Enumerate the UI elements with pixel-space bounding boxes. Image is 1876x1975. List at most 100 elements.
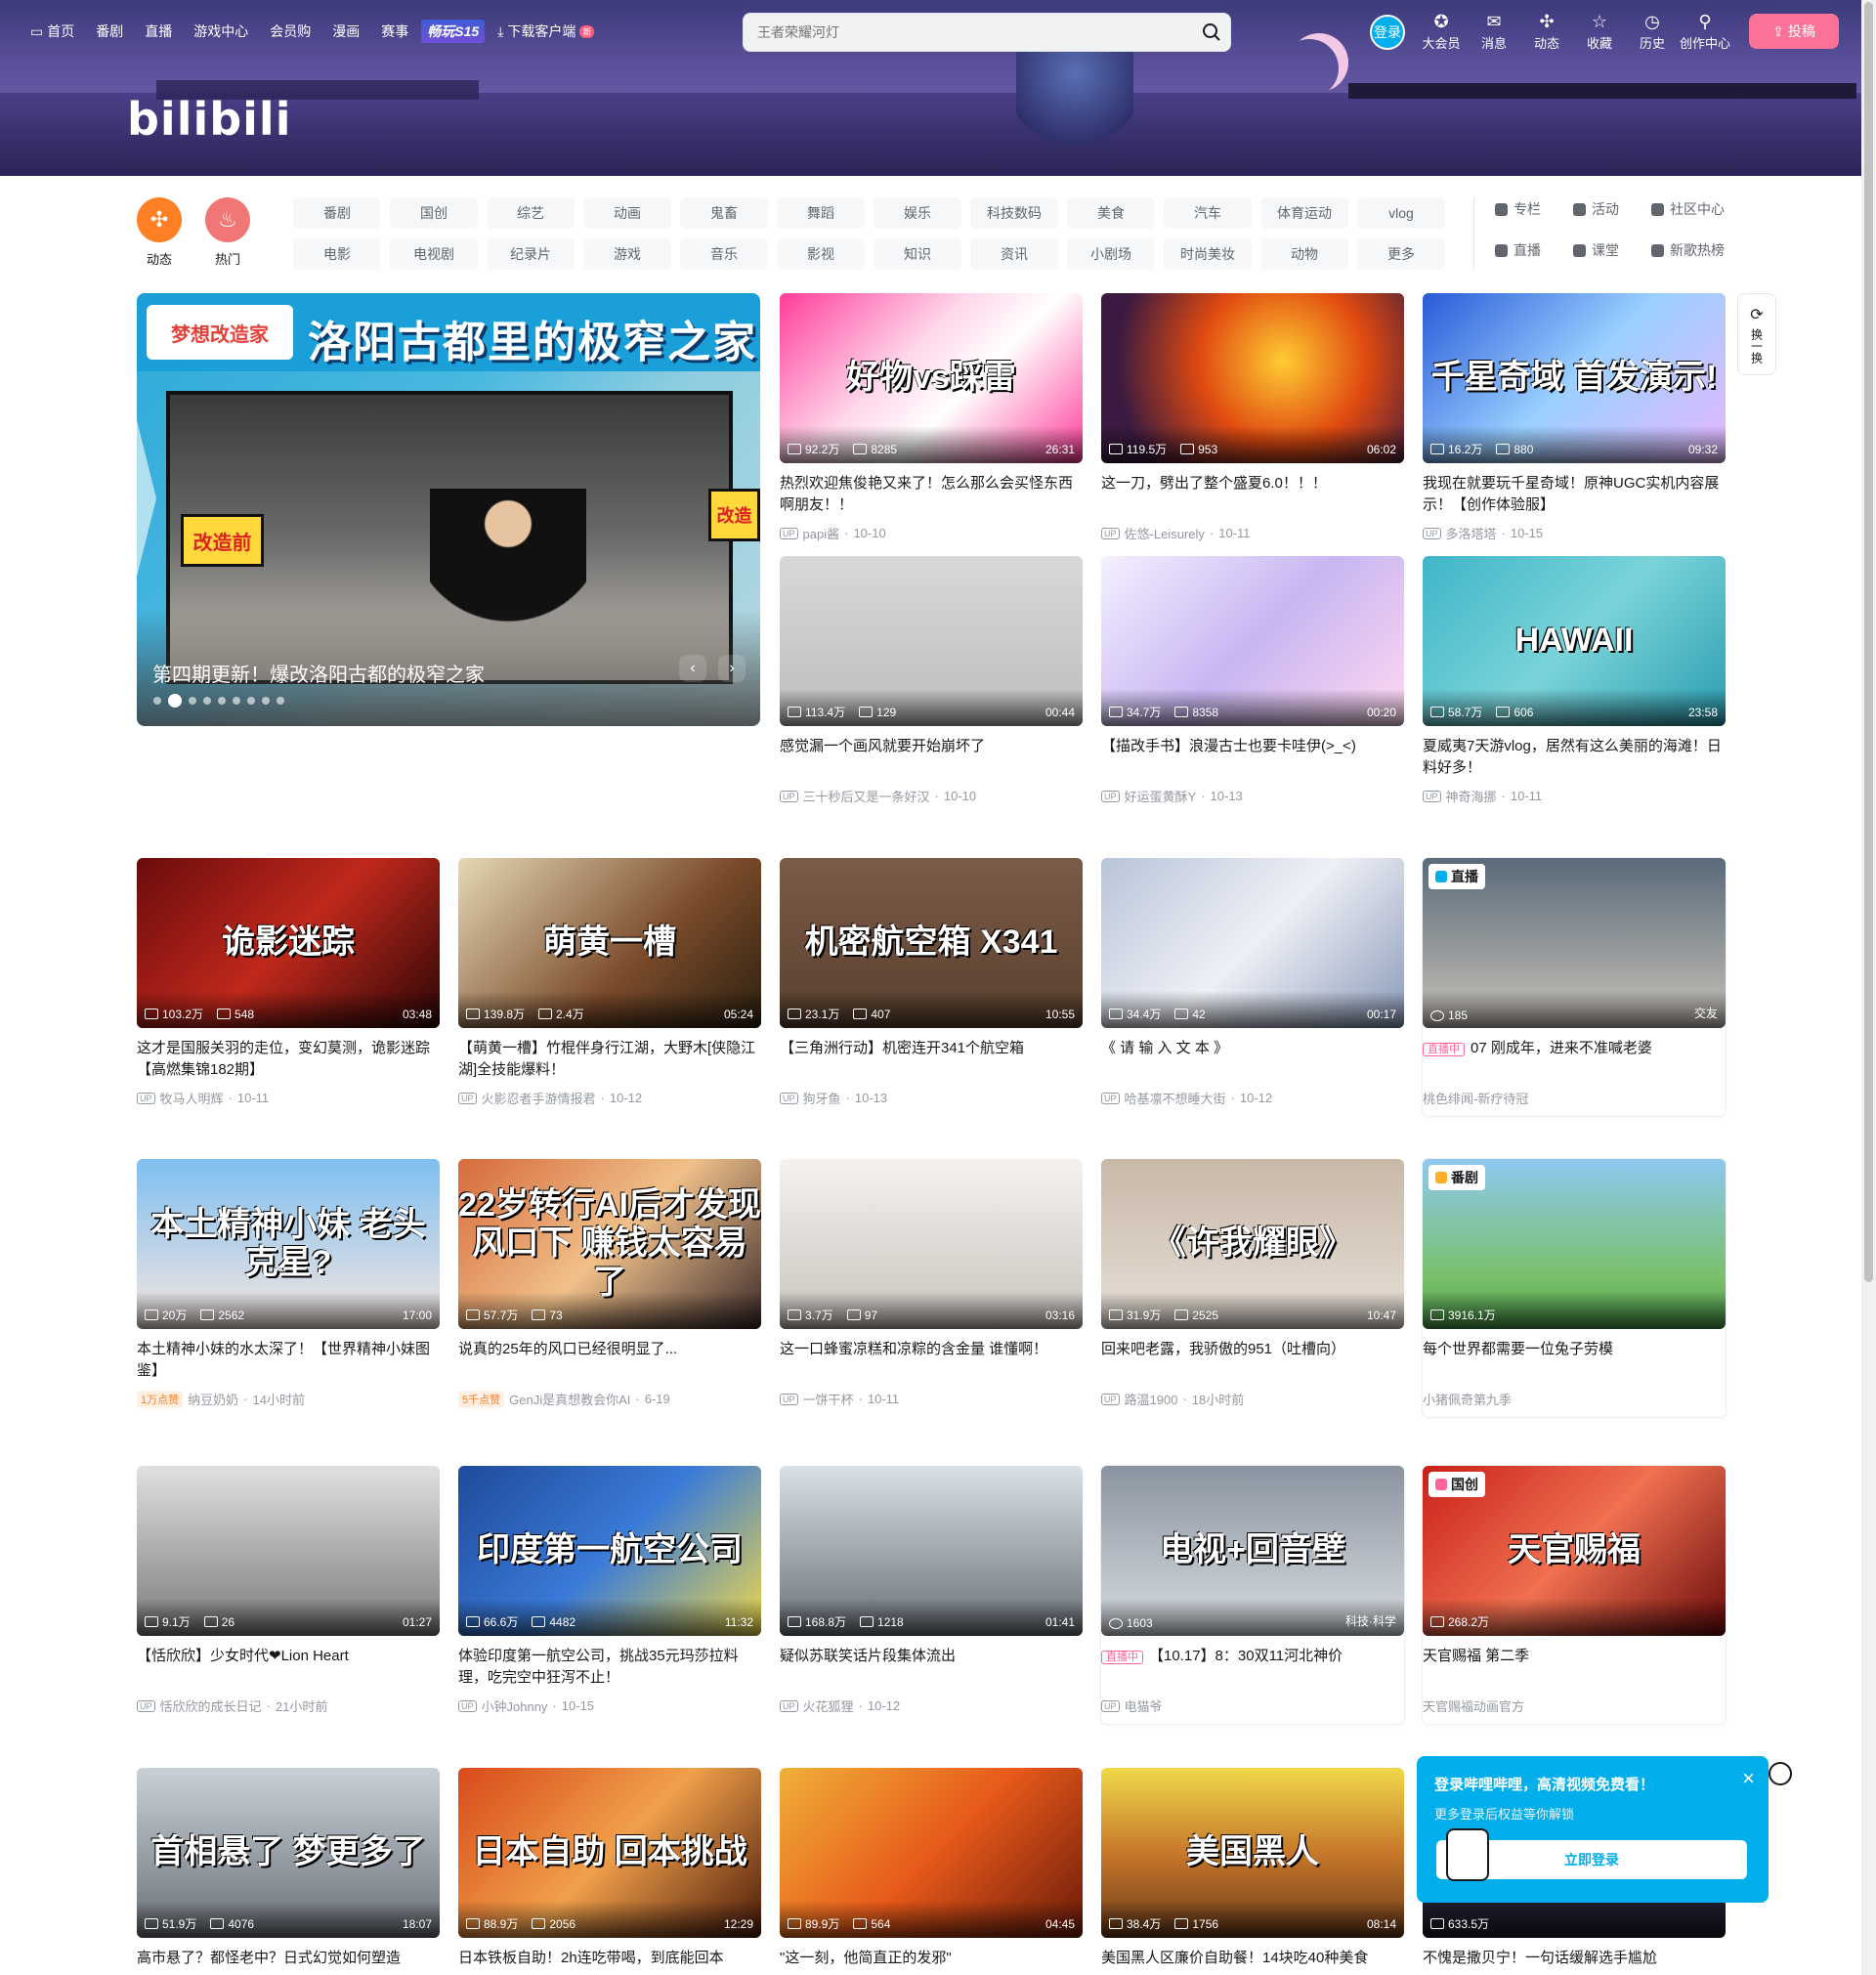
video-author[interactable]: 佐悠-Leisurely bbox=[1125, 524, 1205, 542]
search-icon[interactable] bbox=[1201, 21, 1222, 43]
channel-extra-link[interactable]: 新歌热榜 bbox=[1651, 238, 1729, 262]
video-author[interactable]: 火影忍者手游情报君 bbox=[482, 1089, 596, 1107]
video-card[interactable]: 119.5万 953 06:02 这一刀，劈出了整个盛夏6.0！！！ UP 佐悠-Leis… bbox=[1101, 293, 1404, 542]
video-author[interactable]: 一饼干杯 bbox=[803, 1390, 854, 1408]
video-author[interactable]: 三十秒后又是一条好汉 bbox=[803, 787, 930, 805]
video-title[interactable]: 疑似苏联笑话片段集体流出 bbox=[780, 1646, 1083, 1689]
video-thumbnail[interactable]: 《许我耀眼》 31.9万 2525 10:47 bbox=[1101, 1159, 1404, 1329]
scrollbar-thumb[interactable] bbox=[1864, 2, 1873, 1282]
video-author[interactable]: 好运蛋黄酥Y bbox=[1125, 787, 1197, 805]
video-card[interactable]: 千星奇域 首发演示! 16.2万 880 09:32 我现在就要玩千星奇域！原神UGC实… bbox=[1423, 293, 1726, 542]
channel-tag[interactable]: 时尚美妆 bbox=[1164, 238, 1252, 270]
video-thumbnail[interactable]: HAWAII 58.7万 606 23:58 bbox=[1423, 556, 1726, 726]
carousel-caption[interactable]: 第四期更新！爆改洛阳古都的极窄之家 bbox=[152, 659, 485, 687]
video-title[interactable]: 这一口蜂蜜凉糕和凉粽的含金量 谁懂啊！ bbox=[780, 1339, 1083, 1382]
video-author[interactable]: 纳豆奶奶 bbox=[188, 1390, 238, 1408]
close-icon[interactable]: × bbox=[1742, 1766, 1755, 1791]
channel-tag[interactable]: 游戏 bbox=[583, 238, 671, 270]
video-card[interactable]: 89.9万 564 04:45 "这一刻，他简直正的发邪" bbox=[780, 1768, 1083, 1975]
video-author[interactable]: 狗牙鱼 bbox=[803, 1089, 841, 1107]
video-title[interactable]: 【恬欣欣】少女时代❤Lion Heart bbox=[137, 1646, 440, 1689]
video-card[interactable]: 34.7万 8358 00:20 【描改手书】浪漫古士也要卡哇伊(>_<) UP 好运蛋黄… bbox=[1101, 556, 1404, 805]
video-thumbnail[interactable]: 直播 185 交友 bbox=[1423, 858, 1726, 1028]
video-thumbnail[interactable]: 印度第一航空公司 66.6万 4482 11:32 bbox=[458, 1466, 761, 1636]
refresh-button[interactable]: ⟳ 换一换 bbox=[1737, 293, 1776, 375]
video-card[interactable]: 印度第一航空公司 66.6万 4482 11:32 体验印度第一航空公司，挑战35元玛莎… bbox=[458, 1466, 761, 1715]
channel-extra-link[interactable]: 社区中心 bbox=[1651, 197, 1729, 221]
carousel-dot[interactable] bbox=[247, 697, 255, 705]
video-thumbnail[interactable]: 119.5万 953 06:02 bbox=[1101, 293, 1404, 463]
video-thumbnail[interactable]: 3.7万 97 03:16 bbox=[780, 1159, 1083, 1329]
video-title[interactable]: 天官赐福 第二季 bbox=[1423, 1646, 1726, 1689]
video-card[interactable]: 诡影迷踪 103.2万 548 03:48 这才是国服关羽的走位，变幻莫测，诡影迷踪【高… bbox=[137, 858, 440, 1107]
video-thumbnail[interactable]: 千星奇域 首发演示! 16.2万 880 09:32 bbox=[1423, 293, 1726, 463]
video-author[interactable]: papi酱 bbox=[803, 524, 840, 542]
login-avatar-button[interactable]: 登录 bbox=[1370, 14, 1405, 50]
video-thumbnail[interactable]: 34.4万 42 00:17 bbox=[1101, 858, 1404, 1028]
feature-carousel[interactable]: 梦想改造家 洛阳古都里的极窄之家 改造前 改造 第四期更新！爆改洛阳古都的极窄之… bbox=[137, 293, 760, 726]
nav-right-item[interactable]: ☆ 收藏 bbox=[1573, 12, 1626, 52]
video-title[interactable]: 【三角洲行动】机密连开341个航空箱 bbox=[780, 1038, 1083, 1081]
video-card[interactable]: 天官赐福 国创 268.2万 天官赐福 第二季 天官赐福动画官方 bbox=[1423, 1466, 1726, 1724]
video-card[interactable]: 本土精神小妹 老头克星? 20万 2562 17:00 本土精神小妹的水太深了！【世界精… bbox=[137, 1159, 440, 1408]
channel-tag[interactable]: 小剧场 bbox=[1067, 238, 1155, 270]
video-card[interactable]: 电视+回音壁 1603 科技·科学 直播中 【10.17】8：30双11河北神价 UP 电猫… bbox=[1101, 1466, 1404, 1724]
video-thumbnail[interactable]: 168.8万 1218 01:41 bbox=[780, 1466, 1083, 1636]
video-title[interactable]: 【萌黄一槽】竹棍伴身行江湖，大野木[侠隐江湖]全技能爆料！ bbox=[458, 1038, 761, 1081]
video-thumbnail[interactable]: 萌黄一槽 139.8万 2.4万 05:24 bbox=[458, 858, 761, 1028]
nav-item[interactable]: ⤓ 下载客户端新 bbox=[489, 21, 603, 41]
video-card[interactable]: 《许我耀眼》 31.9万 2525 10:47 回来吧老露，我骄傲的951（吐槽向） UP… bbox=[1101, 1159, 1404, 1408]
carousel-dot[interactable] bbox=[203, 697, 211, 705]
nav-item[interactable]: 直播 bbox=[136, 21, 181, 41]
video-thumbnail[interactable]: 本土精神小妹 老头克星? 20万 2562 17:00 bbox=[137, 1159, 440, 1329]
channel-tag[interactable]: 电影 bbox=[293, 238, 381, 270]
video-title[interactable]: 每个世界都需要一位兔子劳模 bbox=[1423, 1339, 1726, 1382]
nav-item[interactable]: 畅玩S15 bbox=[421, 20, 486, 43]
search-bar[interactable] bbox=[743, 13, 1231, 52]
video-thumbnail[interactable]: 美国黑人 38.4万 1756 08:14 bbox=[1101, 1768, 1404, 1938]
nav-item[interactable]: 会员购 bbox=[261, 21, 320, 41]
video-card[interactable]: 168.8万 1218 01:41 疑似苏联笑话片段集体流出 UP 火花狐狸 · 10-12 bbox=[780, 1466, 1083, 1715]
channel-extra-link[interactable]: 专栏 bbox=[1495, 197, 1573, 221]
channel-tag[interactable]: 体育运动 bbox=[1260, 197, 1348, 229]
video-title[interactable]: 【描改手书】浪漫古士也要卡哇伊(>_<) bbox=[1101, 736, 1404, 779]
video-title[interactable]: "这一刻，他简直正的发邪" bbox=[780, 1948, 1083, 1975]
channel-tag[interactable]: 电视剧 bbox=[390, 238, 478, 270]
carousel-dot[interactable] bbox=[218, 697, 226, 705]
nav-right-item[interactable]: ◷ 历史 bbox=[1626, 12, 1679, 52]
video-author[interactable]: 多洛塔塔 bbox=[1446, 524, 1497, 542]
channel-tag[interactable]: 科技数码 bbox=[970, 197, 1058, 229]
channel-tag[interactable]: 纪录片 bbox=[487, 238, 575, 270]
video-card[interactable]: 3.7万 97 03:16 这一口蜂蜜凉糕和凉粽的含金量 谁懂啊！ UP 一饼干杯 · 10-… bbox=[780, 1159, 1083, 1408]
video-card[interactable]: 首相悬了 梦更多了 51.9万 4076 18:07 高市悬了？都怪老中？日式幻觉如何塑… bbox=[137, 1768, 440, 1975]
carousel-dot[interactable] bbox=[153, 697, 161, 705]
float-help-icon[interactable] bbox=[1769, 1762, 1792, 1785]
channel-tag[interactable]: 国创 bbox=[390, 197, 478, 229]
channel-tag[interactable]: 资讯 bbox=[970, 238, 1058, 270]
video-title[interactable]: 这才是国服关羽的走位，变幻莫测，诡影迷踪【高燃集锦182期】 bbox=[137, 1038, 440, 1081]
channel-tag[interactable]: 动物 bbox=[1260, 238, 1348, 270]
video-thumbnail[interactable]: 诡影迷踪 103.2万 548 03:48 bbox=[137, 858, 440, 1028]
search-input[interactable] bbox=[757, 24, 1201, 40]
video-author[interactable]: 恬欣欣的成长日记 bbox=[160, 1696, 262, 1715]
video-thumbnail[interactable]: 113.4万 129 00:44 bbox=[780, 556, 1083, 726]
nav-item[interactable]: ▭ 首页 bbox=[21, 21, 83, 41]
channel-tag[interactable]: 美食 bbox=[1067, 197, 1155, 229]
carousel-next-button[interactable]: › bbox=[718, 655, 746, 682]
video-title[interactable]: 我现在就要玩千星奇域！原神UGC实机内容展示！【创作体验服】 bbox=[1423, 473, 1726, 516]
video-thumbnail[interactable]: 首相悬了 梦更多了 51.9万 4076 18:07 bbox=[137, 1768, 440, 1938]
video-author[interactable]: 小猪佩奇第九季 bbox=[1423, 1390, 1512, 1408]
nav-right-item[interactable]: ✉ 消息 bbox=[1468, 12, 1520, 52]
video-card[interactable]: 直播 185 交友 直播中 07 刚成年，进来不准喊老婆 桃色绯闻-新疗待冠 bbox=[1423, 858, 1726, 1116]
nav-right-item[interactable]: ⚲ 创作中心 bbox=[1679, 12, 1731, 52]
video-thumbnail[interactable]: 电视+回音壁 1603 科技·科学 bbox=[1101, 1466, 1404, 1636]
video-author[interactable]: 哈基凛不想睡大街 bbox=[1125, 1089, 1226, 1107]
video-card[interactable]: 9.1万 26 01:27 【恬欣欣】少女时代❤Lion Heart UP 恬欣欣的成长日… bbox=[137, 1466, 440, 1715]
bilibili-logo[interactable]: bilibili bbox=[127, 93, 291, 146]
channel-tag[interactable]: 鬼畜 bbox=[680, 197, 768, 229]
channel-tag[interactable]: 番剧 bbox=[293, 197, 381, 229]
channel-tag[interactable]: 综艺 bbox=[487, 197, 575, 229]
video-author[interactable]: 火花狐狸 bbox=[803, 1696, 854, 1715]
nav-right-item[interactable]: ✣ 动态 bbox=[1520, 12, 1573, 52]
video-card[interactable]: 日本自助 回本挑战 88.9万 2056 12:29 日本铁板自助！2h连吃带喝，到底能… bbox=[458, 1768, 761, 1975]
